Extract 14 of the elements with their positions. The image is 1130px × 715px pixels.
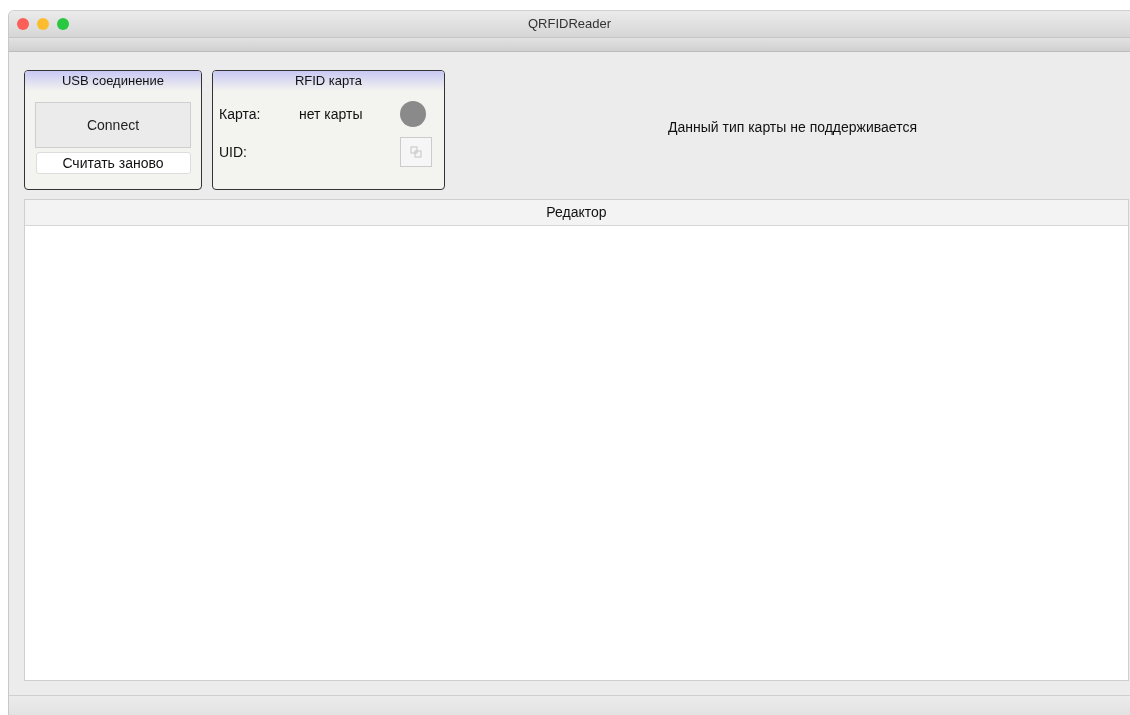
copy-icon	[410, 146, 422, 159]
minimize-button[interactable]	[37, 17, 49, 30]
window-title: QRFIDReader	[527, 16, 612, 32]
group-title: USB соединение	[61, 73, 165, 89]
reread-button[interactable]: Считать заново	[35, 152, 191, 175]
uid-label: UID:	[219, 144, 248, 161]
group-title: RFID карта	[294, 73, 363, 89]
zoom-button[interactable]	[57, 17, 69, 30]
editor-header: Редактор	[25, 200, 1128, 227]
card-label: Карта:	[219, 106, 262, 123]
status-message: Данный тип карты не поддерживается	[667, 119, 918, 136]
card-value: нет карты	[298, 106, 364, 123]
close-button[interactable]	[17, 17, 29, 30]
connect-button[interactable]: Connect	[35, 102, 191, 149]
